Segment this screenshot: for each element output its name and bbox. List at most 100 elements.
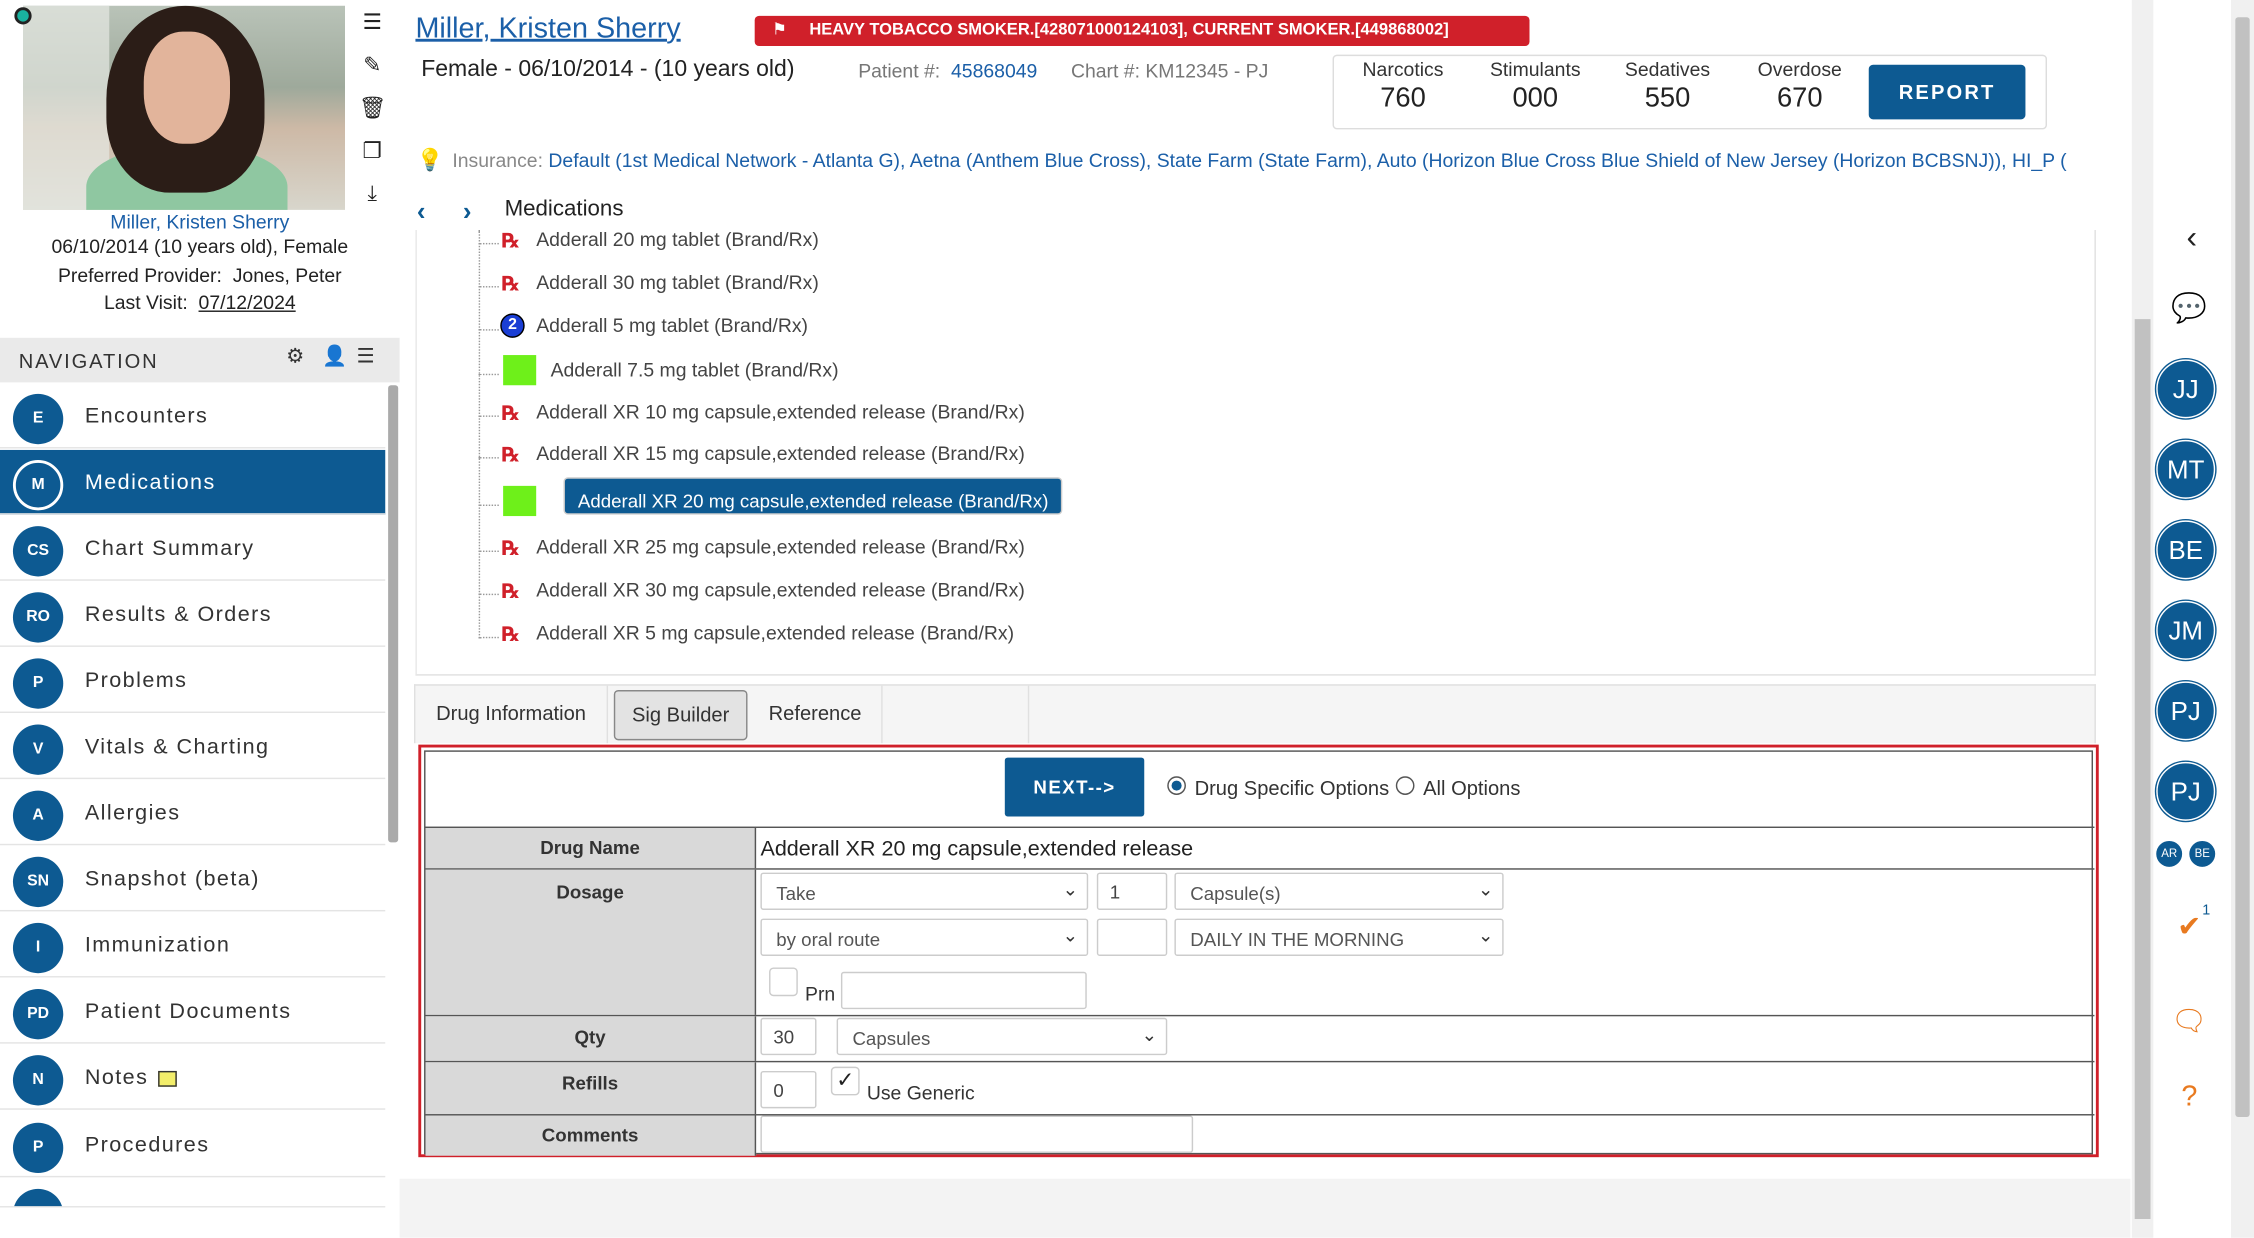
count-badge: 2 [500,313,525,338]
small-avatar[interactable]: BE [2189,840,2216,867]
stimulants-label: Stimulants [1489,58,1581,81]
medications-title: Medications [504,196,624,222]
nav-item-notes[interactable]: N Notes [0,1045,386,1110]
avatar[interactable]: JJ [2156,359,2216,419]
action-value: Take [776,882,816,905]
all-options-radio[interactable] [1395,776,1415,795]
nav-item-problems[interactable]: P Problems [0,648,386,713]
copy-icon[interactable]: ❐ [357,138,389,170]
small-avatar[interactable]: AR [2156,840,2183,867]
last-visit-value[interactable]: 07/12/2024 [199,292,296,314]
insurance-value[interactable]: Default (1st Medical Network - Atlanta G… [548,150,2066,172]
rx-icon: ℞ [501,536,520,560]
patient-number-value[interactable]: 45868049 [951,60,1037,82]
nav-badge: N [12,1055,64,1106]
edit-icon[interactable]: ✎ [357,52,389,84]
patient-name[interactable]: Miller, Kristen Sherry [415,13,680,46]
nav-item-immunization[interactable]: I Immunization [0,912,386,978]
narcotics-value: 760 [1380,83,1426,114]
help-icon[interactable]: ? [2171,1081,2208,1114]
avatar[interactable]: JM [2156,600,2216,660]
sedatives-label: Sedatives [1624,58,1711,81]
tree-item-label: Adderall 5 mg tablet (Brand/Rx) [536,314,809,337]
chat-icon[interactable]: 💬 [2171,290,2208,326]
amount-input[interactable]: 1 [1096,872,1168,910]
message-icon[interactable]: 🗨 [2171,1003,2208,1039]
drug-name-row: Drug Name Adderall XR 20 mg capsule,exte… [425,826,2095,869]
stimulants-score: Stimulants 000 [1478,59,1593,115]
tree-item-label: Adderall XR 15 mg capsule,extended relea… [536,442,1025,465]
nav-item-results-orders[interactable]: RO Results & Orders [0,582,386,647]
nav-item-vitals-charting[interactable]: V Vitals & Charting [0,714,386,780]
patient-card-name[interactable]: Miller, Kristen Sherry [0,211,400,233]
sedatives-score: Sedatives 550 [1610,59,1725,115]
refills-input[interactable]: 0 [760,1070,817,1109]
list-icon[interactable]: ☰ [357,9,389,41]
drug-name-label: Drug Name [425,828,757,869]
frequency-select[interactable]: DAILY IN THE MORNING ⌄ [1174,918,1504,956]
nav-badge: P [12,658,64,709]
tab-reference[interactable]: Reference [749,685,883,744]
nav-scrollbar[interactable] [388,385,399,843]
trash-icon[interactable]: 🗑 [357,95,389,127]
avatar[interactable]: MT [2156,439,2216,499]
nav-label: Snapshot (beta) [84,866,260,892]
action-select[interactable]: Take ⌄ [760,872,1089,910]
chevron-left-icon[interactable]: ‹ [417,197,426,227]
collapse-chevron-icon[interactable]: ‹ [2186,219,2197,256]
nav-badge: PD [12,989,64,1040]
nav-label: Patient Documents [84,999,292,1024]
navigation-header: NAVIGATION ⚙ 👤 ☰ [0,337,400,383]
frequency-amount-input[interactable] [1096,918,1168,956]
comments-input[interactable] [760,1115,1194,1153]
dosage-row: Dosage Take ⌄ 1 Capsule(s) ⌄ by oral route… [425,868,2095,1015]
unit-select[interactable]: Capsule(s) ⌄ [1174,872,1504,910]
tree-item-label: Adderall 30 mg tablet (Brand/Rx) [536,271,819,294]
nav-badge: M [12,460,64,511]
insurance-line: 💡 Insurance: Default (1st Medical Network… [417,147,2131,176]
nav-badge: I [12,922,64,974]
patient-tools: ☰ ✎ 🗑 ❐ ⤓ [357,9,389,225]
rx-icon: ℞ [501,401,520,425]
list-icon[interactable]: ☰ [357,344,375,368]
avatar[interactable]: PJ [2156,681,2216,741]
tree-item-label: Adderall XR 30 mg capsule,extended relea… [536,579,1025,601]
stimulants-value: 000 [1512,83,1559,114]
right-scrollbar[interactable] [2231,0,2254,1238]
chevron-right-icon[interactable]: › [463,197,472,227]
nav-item-allergies[interactable]: A Allergies [0,780,386,846]
nav-badge: SN [12,856,64,908]
use-generic-checkbox[interactable]: ✓ [830,1066,860,1096]
avatar[interactable]: PJ [2156,761,2216,821]
nav-item-medications[interactable]: M Medications [0,449,386,515]
navigation-title: NAVIGATION [18,349,159,373]
qty-input[interactable]: 30 [760,1017,817,1056]
user-icon[interactable]: 👤 [322,344,347,368]
refills-row: Refills 0 ✓ Use Generic [425,1060,2095,1115]
drug-name-value: Adderall XR 20 mg capsule,extended relea… [760,836,1194,862]
nav-item-chart-summary[interactable]: CS Chart Summary [0,516,386,581]
tab-drug-information[interactable]: Drug Information [415,685,609,744]
gear-icon[interactable]: ⚙ [286,344,304,368]
nav-item-encounters[interactable]: E Encounters [0,383,386,449]
nav-item-more[interactable] [0,1178,386,1208]
nav-item-snapshot[interactable]: SN Snapshot (beta) [0,846,386,912]
nav-item-patient-documents[interactable]: PD Patient Documents [0,978,386,1044]
prn-checkbox[interactable] [769,967,798,997]
tree-item-label: Adderall XR 10 mg capsule,extended relea… [536,401,1025,423]
alert-flag-banner[interactable]: ⚑ HEAVY TOBACCO SMOKER.[428071000124103],… [754,15,1530,46]
pdmp-scores: Narcotics 760 Stimulants 000 Sedatives 550 … [1332,54,2047,130]
drug-specific-radio[interactable] [1167,776,1186,795]
prn-input[interactable] [840,971,1087,1010]
report-button[interactable]: REPORT [1868,64,2026,120]
tab-sig-builder[interactable]: Sig Builder [613,690,748,741]
next-button[interactable]: NEXT--> [1004,757,1145,817]
qty-unit-select[interactable]: Capsules ⌄ [836,1017,1168,1056]
main-scrollbar[interactable] [2131,0,2154,1238]
route-select[interactable]: by oral route ⌄ [760,918,1089,956]
download-icon[interactable]: ⤓ [357,181,389,213]
nav-label: Chart Summary [84,536,255,561]
avatar[interactable]: BE [2156,520,2216,580]
nav-item-procedures[interactable]: P Procedures [0,1112,386,1178]
nav-label: Encounters [84,403,209,429]
